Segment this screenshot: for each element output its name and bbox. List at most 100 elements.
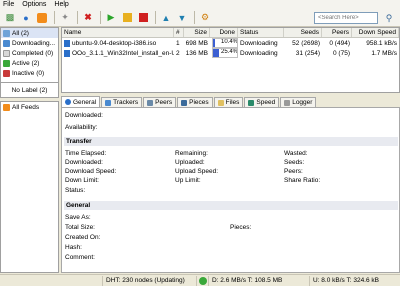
torrent-name: ubuntu-9.04-desktop-i386.iso: [62, 38, 174, 48]
download-status: D: 2.6 MB/s T: 108.5 MB: [209, 275, 310, 286]
preferences-button[interactable]: ⚙: [198, 11, 212, 25]
play-icon: ▶: [107, 12, 115, 22]
network-ok-cell: [197, 275, 209, 286]
category-all[interactable]: All (2): [1, 28, 58, 38]
toolbar-separator: [100, 11, 101, 24]
torrent-progress: 10.4%: [210, 38, 238, 48]
list-header: Name # Size Done Status Seeds Peers Down…: [62, 28, 399, 38]
toolbar-separator: [77, 11, 78, 24]
download-speed-label: Download Speed:: [65, 168, 117, 175]
uploaded-label: Uploaded:: [175, 159, 205, 166]
tab-peers[interactable]: Peers: [143, 97, 177, 107]
tab-logger-label: Logger: [292, 99, 313, 106]
move-up-button[interactable]: ▲: [159, 11, 173, 25]
create-torrent-button[interactable]: ✦: [58, 11, 72, 25]
progress-bar: 25.4%: [212, 48, 238, 58]
torrent-seeds: 52 (2698): [292, 39, 320, 47]
search-button[interactable]: ⚲: [381, 11, 397, 25]
category-completed[interactable]: Completed (0): [1, 48, 58, 58]
category-label: Completed (0): [12, 49, 54, 57]
time-elapsed-label: Time Elapsed:: [65, 150, 107, 157]
all-icon: [3, 29, 10, 37]
globe-icon: ●: [23, 12, 29, 23]
logger-icon: [284, 99, 291, 106]
search-input[interactable]: [314, 12, 378, 24]
share-ratio-label: Share Ratio:: [284, 177, 321, 184]
download-icon: [3, 39, 10, 47]
column-number[interactable]: #: [174, 28, 184, 37]
tab-speed[interactable]: Speed: [244, 97, 280, 107]
menu-file[interactable]: File: [3, 1, 14, 8]
feed-label: All Feeds: [12, 103, 40, 111]
start-button[interactable]: ▶: [104, 11, 118, 25]
add-url-button[interactable]: ●: [19, 11, 33, 25]
remove-button[interactable]: ✖: [81, 11, 95, 25]
pause-button[interactable]: [120, 11, 134, 25]
torrent-status: Downloading: [240, 49, 278, 57]
hash-label: Hash:: [65, 244, 82, 251]
tab-general[interactable]: General: [61, 96, 101, 107]
downloaded-transfer-label: Downloaded:: [65, 159, 103, 166]
tab-files-label: Files: [225, 99, 240, 106]
category-label: Inactive (0): [12, 69, 45, 77]
tab-pieces[interactable]: Pieces: [177, 97, 213, 107]
column-down-speed[interactable]: Down Speed: [352, 28, 399, 37]
menu-options[interactable]: Options: [22, 1, 46, 8]
category-label: All (2): [12, 29, 29, 37]
settings-icon: ⚙: [200, 12, 210, 22]
category-inactive[interactable]: Inactive (0): [1, 68, 58, 78]
rss-icon: [37, 12, 47, 23]
torrent-peers: 0 (75): [333, 49, 350, 57]
move-down-button[interactable]: ▼: [175, 11, 189, 25]
label-no-label[interactable]: No Label (2): [12, 87, 48, 94]
upload-status: U: 8.0 kB/s T: 324.6 kB: [313, 277, 379, 284]
feed-all[interactable]: All Feeds: [1, 102, 58, 112]
active-icon: [3, 59, 10, 67]
torrent-size: 698 MB: [185, 39, 208, 47]
inactive-icon: [3, 69, 10, 77]
tab-logger[interactable]: Logger: [280, 97, 317, 107]
category-downloading[interactable]: Downloading...: [1, 38, 58, 48]
torrent-list: Name # Size Done Status Seeds Peers Down…: [61, 27, 400, 93]
column-name[interactable]: Name: [62, 28, 174, 37]
toolbar: ▩ ● ✦ ✖ ▶ ▲ ▼ ⚙ ⚲: [0, 9, 400, 27]
menu-help[interactable]: Help: [54, 1, 68, 8]
files-icon: [217, 99, 224, 106]
wasted-label: Wasted:: [284, 150, 308, 157]
seeds-label: Seeds:: [284, 159, 305, 166]
pieces-icon: [181, 99, 188, 106]
tab-speed-label: Speed: [256, 99, 276, 106]
dht-status: DHT: 230 nodes (Updating): [103, 275, 197, 286]
tab-trackers[interactable]: Trackers: [101, 97, 143, 107]
torrent-name: OOo_3.1.1_Win32Intel_install_en-U...: [62, 48, 174, 58]
torrent-name-text: ubuntu-9.04-desktop-i386.iso: [72, 39, 157, 47]
torrent-row[interactable]: ubuntu-9.04-desktop-i386.iso 1 698 MB 10.4%…: [62, 38, 399, 48]
speed-icon: [248, 99, 255, 106]
downloaded-label: Downloaded:: [65, 112, 103, 119]
upload-speed-label: Upload Speed:: [175, 168, 219, 175]
info-icon: [65, 99, 71, 105]
status-bar: DHT: 230 nodes (Updating) D: 2.6 MB/s T:…: [0, 274, 400, 286]
trackers-icon: [105, 99, 112, 106]
progress-text: 10.4%: [221, 39, 238, 45]
total-size-label: Total Size:: [65, 224, 95, 231]
tab-pieces-label: Pieces: [189, 99, 209, 106]
stop-button[interactable]: [136, 11, 150, 25]
column-status[interactable]: Status: [238, 28, 284, 37]
column-peers[interactable]: Peers: [322, 28, 352, 37]
column-size[interactable]: Size: [184, 28, 210, 37]
up-limit-label: Up Limit:: [175, 177, 201, 184]
tab-general-label: General: [73, 98, 97, 106]
search-icon: ⚲: [385, 12, 393, 23]
toolbar-separator: [194, 11, 195, 24]
column-done[interactable]: Done: [210, 28, 238, 37]
add-torrent-button[interactable]: ▩: [3, 11, 17, 25]
torrent-row[interactable]: OOo_3.1.1_Win32Intel_install_en-U... 2 136…: [62, 48, 399, 58]
rss-button[interactable]: [35, 11, 49, 25]
category-active[interactable]: Active (2): [1, 58, 58, 68]
tab-trackers-label: Trackers: [113, 99, 139, 106]
column-seeds[interactable]: Seeds: [284, 28, 322, 37]
category-label: Downloading...: [12, 39, 55, 47]
blank-cell: [0, 275, 103, 286]
tab-files[interactable]: Files: [213, 97, 244, 107]
